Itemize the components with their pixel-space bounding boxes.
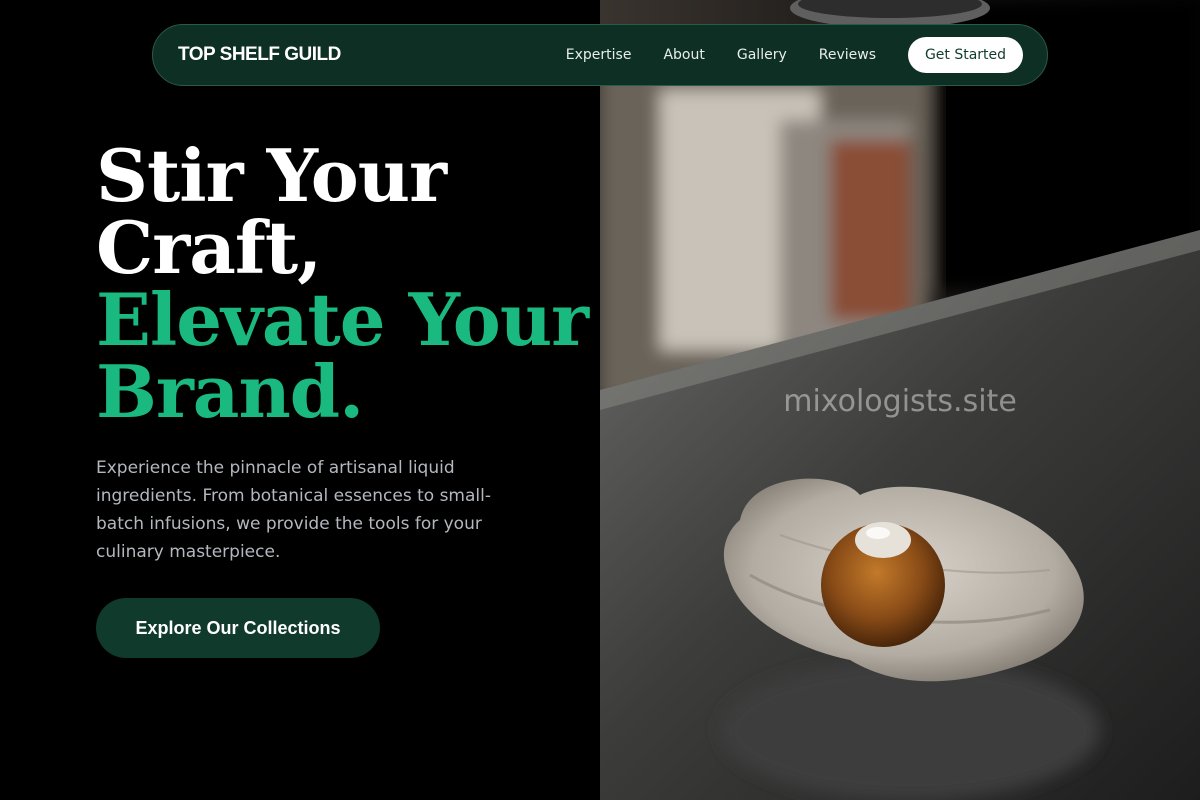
- brand-logo[interactable]: TOP SHELF GUILD: [178, 44, 341, 66]
- nav-link-expertise[interactable]: Expertise: [566, 47, 632, 63]
- headline-line-1: Stir Your: [96, 133, 447, 218]
- nav-link-about[interactable]: About: [663, 47, 704, 63]
- nav-link-gallery[interactable]: Gallery: [737, 47, 787, 63]
- get-started-button[interactable]: Get Started: [908, 37, 1023, 73]
- headline-line-4: Brand.: [96, 349, 364, 434]
- hero-headline: Stir Your Craft, Elevate Your Brand.: [96, 133, 589, 434]
- hero-description: Experience the pinnacle of artisanal liq…: [96, 458, 491, 562]
- watermark-text: mixologists.site: [783, 384, 1017, 419]
- nav-link-reviews[interactable]: Reviews: [819, 47, 876, 63]
- headline-line-2: Craft,: [96, 205, 322, 290]
- hero-section: Stir Your Craft, Elevate Your Brand. Exp…: [0, 0, 600, 800]
- hero-image: mixologists.site: [600, 0, 1200, 800]
- headline-line-3: Elevate Your: [96, 277, 589, 362]
- top-navigation: TOP SHELF GUILD Expertise About Gallery …: [152, 24, 1048, 86]
- explore-collections-button[interactable]: Explore Our Collections: [96, 598, 380, 658]
- nav-links: Expertise About Gallery Reviews Get Star…: [566, 37, 1023, 73]
